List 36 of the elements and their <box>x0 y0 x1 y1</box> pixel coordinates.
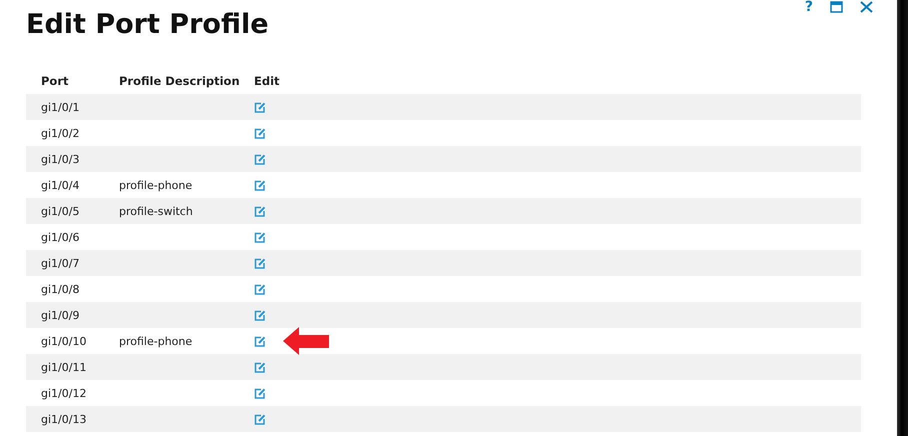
table-cell-text: gi1/0/13 <box>40 412 88 426</box>
table-cell-text: gi1/0/12 <box>40 386 88 400</box>
table-cell-text: gi1/0/6 <box>40 230 80 244</box>
column-header: Profile Description <box>119 74 241 88</box>
table-cell-text: gi1/0/4 <box>40 178 80 192</box>
table-cell-text: gi1/0/10 <box>40 334 88 348</box>
edit-icon[interactable] <box>254 336 266 346</box>
table-cell-text: gi1/0/3 <box>40 152 80 166</box>
edit-icon[interactable] <box>254 388 266 398</box>
edit-icon[interactable] <box>254 206 266 216</box>
table-cell-text: gi1/0/2 <box>40 126 80 140</box>
edit-icon[interactable] <box>254 284 266 294</box>
edit-icon[interactable] <box>254 128 266 138</box>
column-header: Edit <box>254 74 280 88</box>
edit-icon[interactable] <box>254 232 266 242</box>
table-cell: profile-switch <box>119 204 193 218</box>
maximize-icon[interactable] <box>830 1 843 13</box>
edit-icon[interactable] <box>254 154 266 164</box>
table-cell-text: gi1/0/5 <box>40 204 80 218</box>
table-cell: profile-phone <box>119 178 192 192</box>
table-cell: profile-phone <box>119 334 192 348</box>
table-cell-text: gi1/0/9 <box>40 308 80 322</box>
edit-icon[interactable] <box>254 258 266 268</box>
help-button[interactable]: ? <box>804 0 813 14</box>
close-icon[interactable] <box>860 1 873 13</box>
edit-icon[interactable] <box>254 414 266 424</box>
table-cell-text: gi1/0/1 <box>40 100 80 114</box>
column-header: Port <box>40 74 70 88</box>
edit-icon[interactable] <box>254 102 266 112</box>
table-cell-text: gi1/0/7 <box>40 256 80 270</box>
window-title: Edit Port Profile <box>26 8 269 42</box>
edit-icon[interactable] <box>254 310 266 320</box>
edit-icon[interactable] <box>254 180 266 190</box>
table-cell-text: gi1/0/8 <box>40 282 80 296</box>
table-cell-text: gi1/0/11 <box>40 360 88 374</box>
edit-icon[interactable] <box>254 362 266 372</box>
